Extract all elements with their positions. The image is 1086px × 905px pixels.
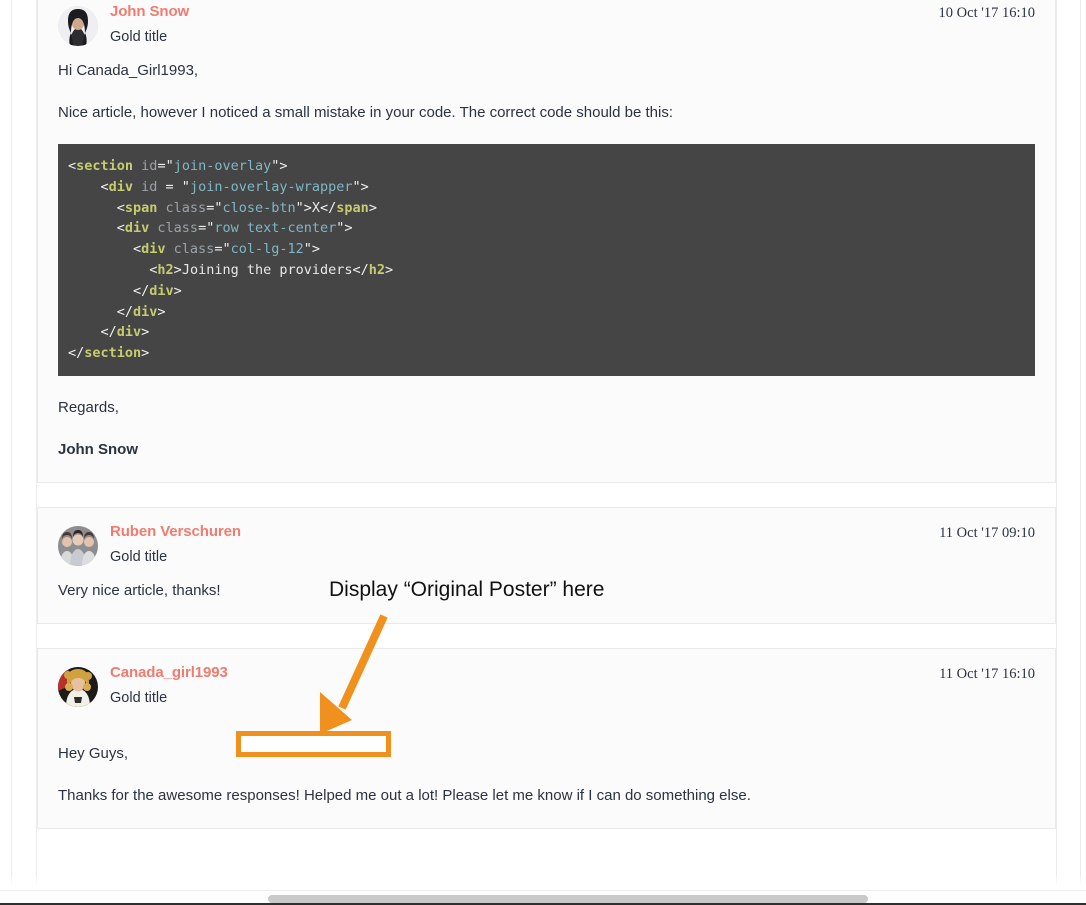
post-timestamp: 11 Oct '17 16:10	[939, 665, 1035, 682]
post-paragraph: Hi Canada_Girl1993,	[58, 62, 199, 79]
post-identity: Canada_girl1993 Gold title	[110, 663, 228, 707]
post-paragraph: Thanks for the awesome responses! Helped…	[58, 786, 751, 804]
post-body: Very nice article, thanks!	[58, 580, 1035, 601]
post-user-title: Gold title	[110, 29, 168, 45]
post-header: Canada_girl1993 Gold title 11 Oct '17 16…	[58, 663, 1035, 719]
avatar-john-snow[interactable]	[58, 6, 98, 46]
post-paragraph: Very nice article, thanks!	[58, 581, 221, 599]
post-card: John Snow Gold title 10 Oct '17 16:10 Hi…	[37, 0, 1056, 483]
post-closing: Regards,	[58, 398, 119, 416]
post-paragraph: Nice article, however I noticed a small …	[58, 104, 674, 121]
post-identity: John Snow Gold title	[110, 2, 189, 46]
post-timestamp: 11 Oct '17 09:10	[939, 524, 1035, 541]
post-signature: John Snow	[58, 440, 138, 458]
post-body: Hey Guys, Thanks for the awesome respons…	[58, 743, 1035, 806]
post-card: Ruben Verschuren Gold title 11 Oct '17 0…	[37, 506, 1056, 624]
post-body: Hi Canada_Girl1993, Nice article, howeve…	[58, 60, 1035, 460]
avatar-ruben-verschuren[interactable]	[58, 525, 98, 566]
post-paragraph: Hey Guys,	[58, 744, 129, 762]
post-author-link[interactable]: John Snow	[110, 2, 189, 21]
post-header: John Snow Gold title 10 Oct '17 16:10	[58, 2, 1035, 58]
thread-scroll-stage[interactable]: John Snow Gold title 10 Oct '17 16:10 Hi…	[0, 0, 1086, 890]
code-block: <section id="join-overlay"> <div id = "j…	[58, 144, 1035, 376]
post-identity: Ruben Verschuren Gold title	[110, 522, 241, 566]
post-author-link[interactable]: Ruben Verschuren	[110, 522, 241, 541]
post-author-link[interactable]: Canada_girl1993	[110, 663, 228, 682]
reply-thread: John Snow Gold title 10 Oct '17 16:10 Hi…	[0, 0, 1086, 829]
post-user-title: Gold title	[110, 689, 168, 706]
post-user-title: Gold title	[110, 548, 168, 565]
post-card: Canada_girl1993 Gold title 11 Oct '17 16…	[37, 647, 1056, 829]
avatar-canada-girl1993[interactable]	[58, 666, 98, 707]
horizontal-scrollbar-thumb[interactable]	[268, 895, 868, 903]
post-timestamp: 10 Oct '17 16:10	[938, 5, 1035, 21]
post-header: Ruben Verschuren Gold title 11 Oct '17 0…	[58, 522, 1035, 578]
